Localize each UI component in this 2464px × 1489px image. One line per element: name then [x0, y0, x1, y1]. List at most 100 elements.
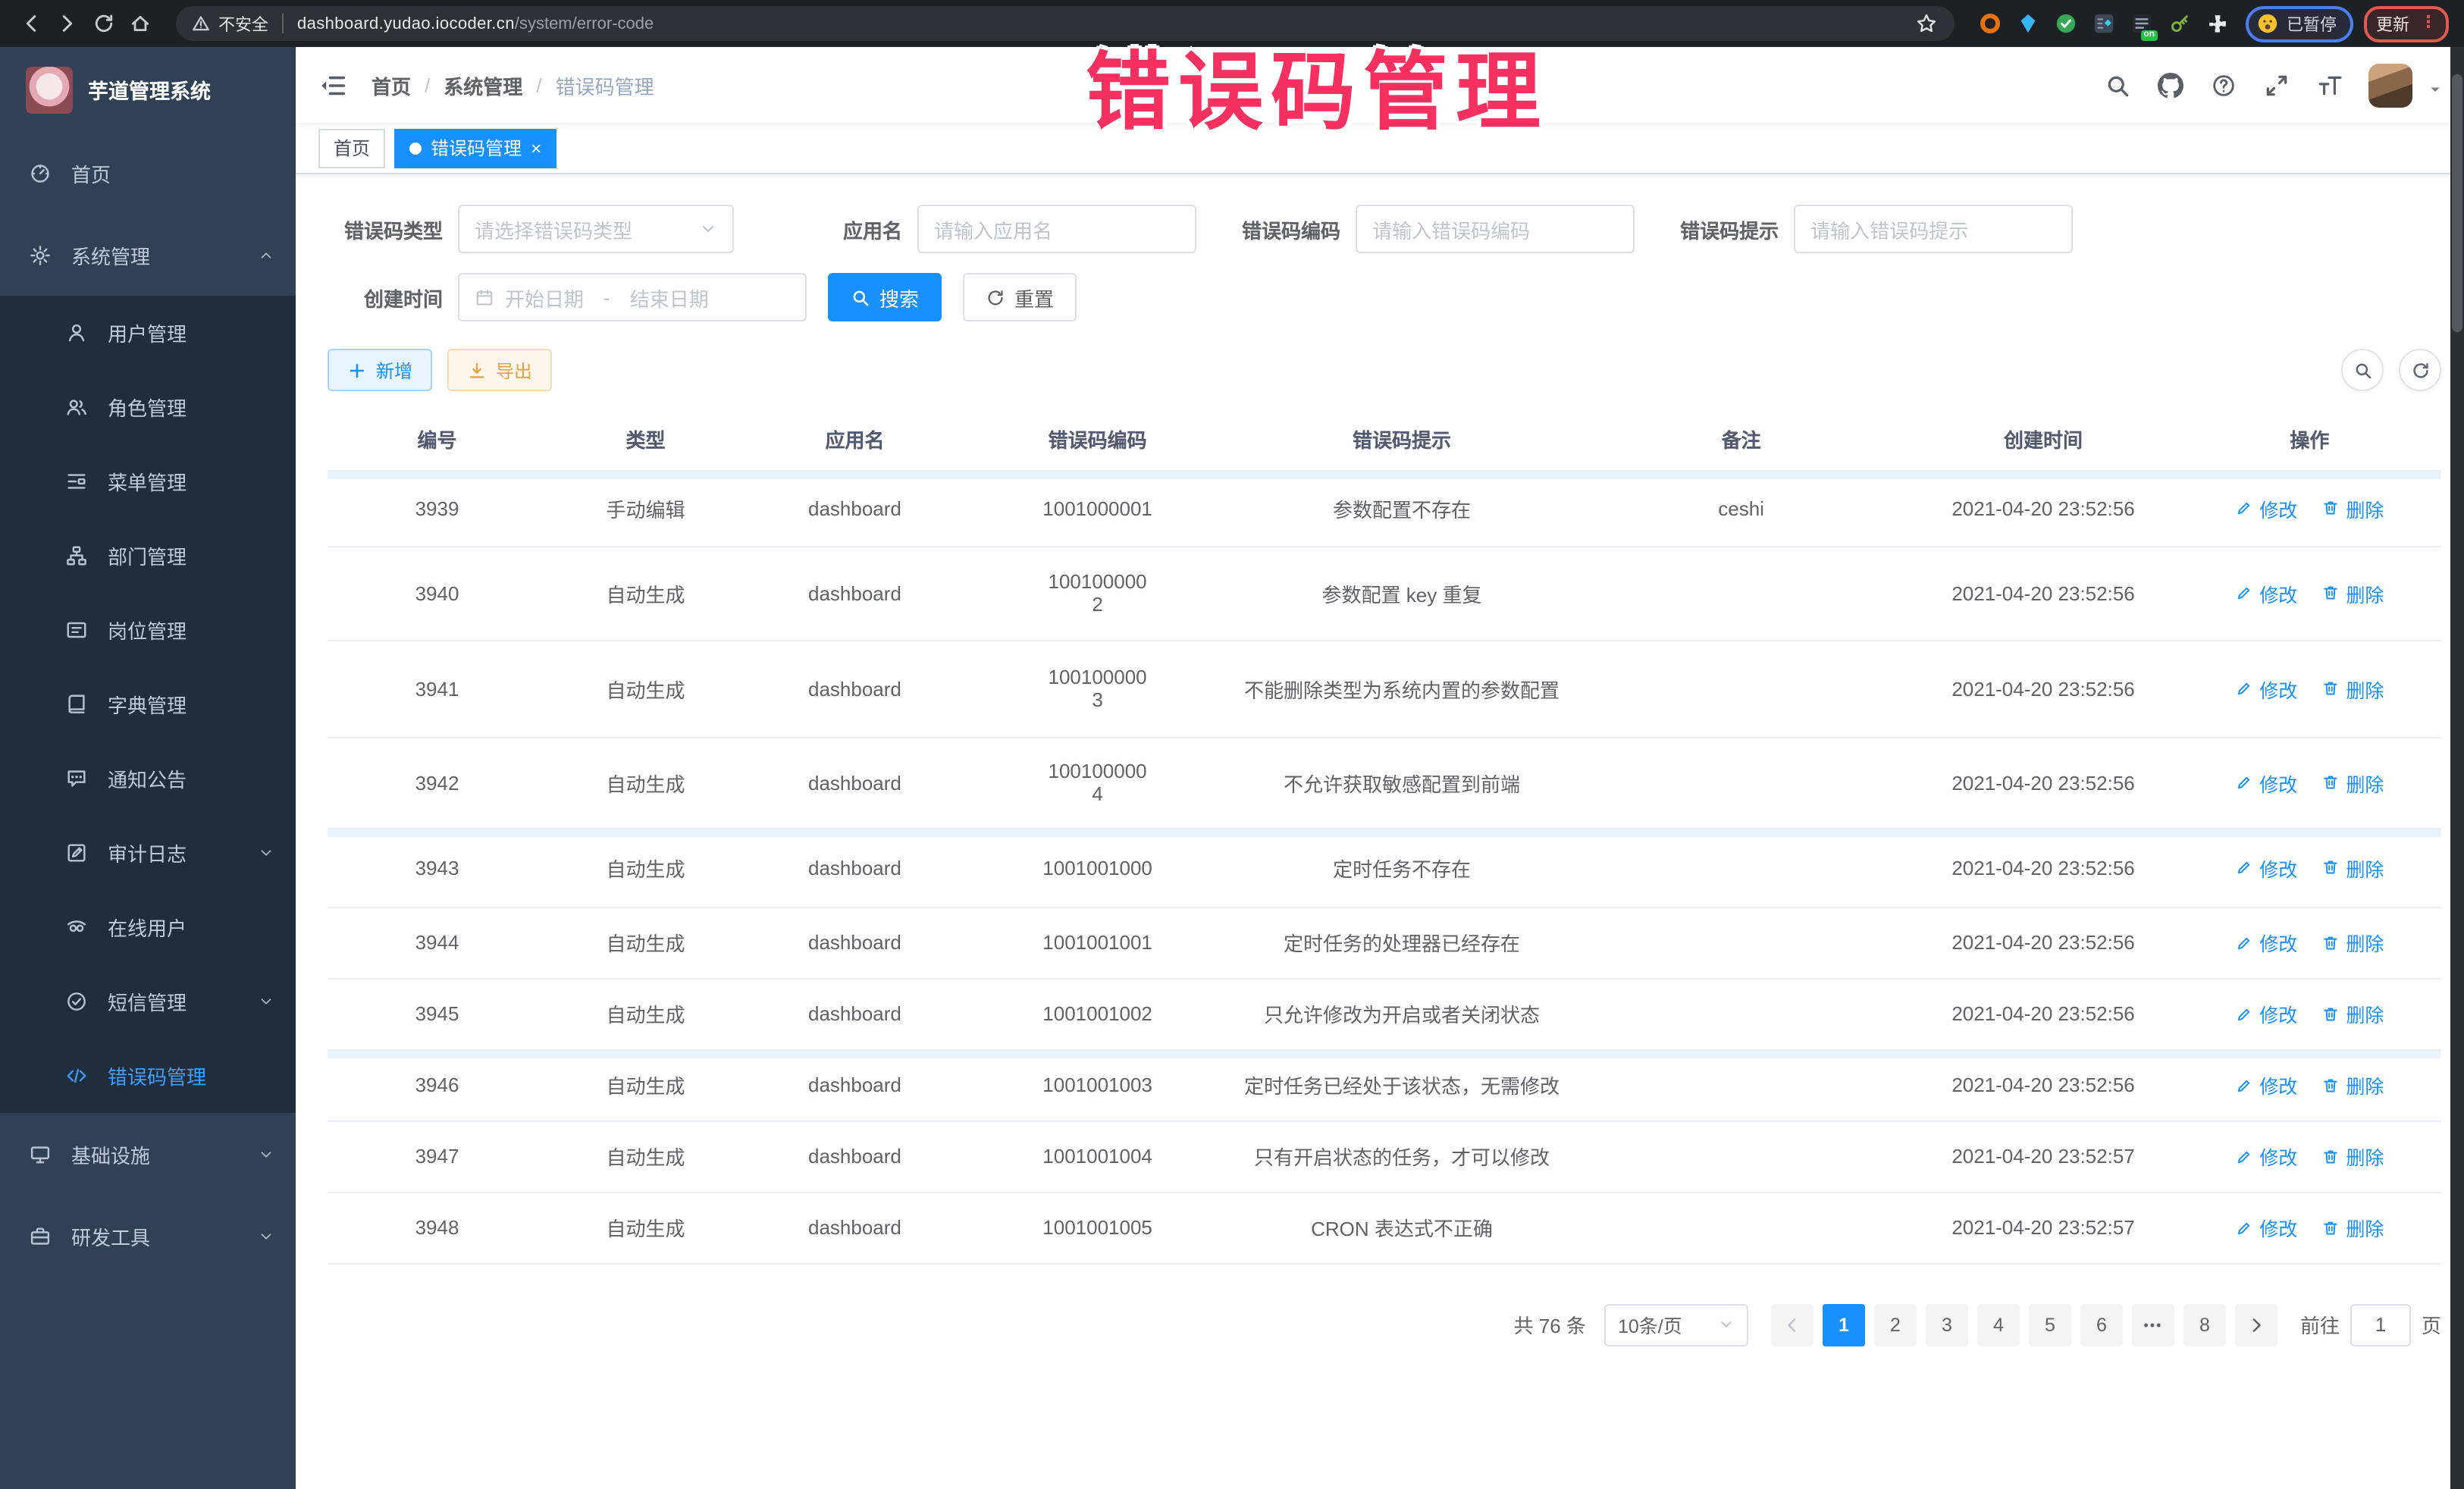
cell-id: 3941 — [328, 640, 547, 737]
edit-link[interactable]: 修改 — [2235, 1071, 2297, 1099]
error-type-select[interactable]: 请选择错误码类型 — [458, 205, 734, 253]
close-tab-icon[interactable]: × — [531, 139, 541, 157]
toggle-search-button[interactable] — [2341, 349, 2384, 391]
page-button-1[interactable]: 1 — [1823, 1303, 1865, 1346]
delete-link[interactable]: 删除 — [2321, 1071, 2384, 1099]
hamburger-icon[interactable] — [318, 71, 347, 99]
prev-page-button[interactable] — [1771, 1303, 1814, 1346]
date-range-picker[interactable]: 开始日期 - 结束日期 — [458, 273, 807, 321]
tab-0[interactable]: 首页 — [318, 128, 385, 168]
sidebar-item-11[interactable]: 短信管理 — [0, 964, 296, 1039]
reset-button[interactable]: 重置 — [963, 273, 1077, 321]
add-button[interactable]: 新增 — [328, 349, 432, 391]
bookmark-star-icon[interactable] — [1914, 11, 1939, 36]
sidebar-item-6[interactable]: 岗位管理 — [0, 593, 296, 667]
search-icon[interactable] — [2103, 71, 2130, 99]
back-icon[interactable] — [18, 11, 44, 36]
sidebar-item-2[interactable]: 用户管理 — [0, 296, 296, 370]
breadcrumb: 首页 / 系统管理 / 错误码管理 — [371, 71, 654, 99]
refresh-table-button[interactable] — [2399, 349, 2441, 391]
edit-link[interactable]: 修改 — [2235, 853, 2297, 882]
fullscreen-icon[interactable] — [2262, 71, 2290, 99]
extension-orange-icon[interactable] — [1977, 11, 2002, 36]
edit-link[interactable]: 修改 — [2235, 928, 2297, 957]
edit-link[interactable]: 修改 — [2235, 578, 2297, 607]
sidebar-item-14[interactable]: 研发工具 — [0, 1195, 296, 1277]
help-icon[interactable] — [2209, 71, 2237, 99]
search-button[interactable]: 搜索 — [828, 273, 942, 321]
window-scrollbar[interactable] — [2450, 47, 2464, 1489]
delete-link[interactable]: 删除 — [2321, 578, 2384, 607]
delete-link[interactable]: 删除 — [2321, 1213, 2384, 1242]
breadcrumb-system[interactable]: 系统管理 — [444, 71, 522, 99]
home-icon[interactable] — [127, 11, 153, 36]
sidebar-item-9[interactable]: 审计日志 — [0, 816, 296, 890]
page-button-5[interactable]: 5 — [2029, 1303, 2071, 1346]
extensions-puzzle-icon[interactable] — [2205, 11, 2229, 36]
delete-link[interactable]: 删除 — [2321, 999, 2384, 1028]
extension-lines-on-icon[interactable]: on — [2129, 11, 2153, 36]
browser-update-button[interactable]: 更新 ⋮ — [2364, 5, 2449, 42]
edit-link[interactable]: 修改 — [2235, 1142, 2297, 1171]
delete-link[interactable]: 删除 — [2321, 853, 2384, 882]
avatar-caret-down-icon[interactable] — [2428, 77, 2443, 92]
app-name-input[interactable]: 请输入应用名 — [917, 205, 1196, 253]
extension-check-icon[interactable] — [2053, 11, 2077, 36]
scrollbar-thumb[interactable] — [2452, 74, 2462, 332]
page-button-4[interactable]: 4 — [1977, 1303, 2020, 1346]
sidebar-item-0[interactable]: 首页 — [0, 132, 296, 214]
browser-menu-icon[interactable]: ⋮ — [2420, 17, 2437, 30]
edit-link[interactable]: 修改 — [2235, 1213, 2297, 1242]
next-page-button[interactable] — [2235, 1303, 2277, 1346]
edit-link[interactable]: 修改 — [2235, 768, 2297, 797]
cell-remark — [1574, 907, 1909, 978]
error-code-input[interactable]: 请输入错误码编码 — [1356, 205, 1635, 253]
tab-1[interactable]: 错误码管理× — [394, 128, 556, 168]
delete-link[interactable]: 删除 — [2321, 928, 2384, 957]
sidebar-item-3[interactable]: 角色管理 — [0, 370, 296, 444]
address-bar[interactable]: 不安全 dashboard.yudao.iocoder.cn/system/er… — [176, 6, 1955, 41]
chevron-down-icon — [258, 1146, 274, 1162]
delete-link[interactable]: 删除 — [2321, 768, 2384, 797]
reload-icon[interactable] — [91, 11, 117, 36]
github-icon[interactable] — [2156, 71, 2183, 99]
sidebar-item-8[interactable]: 通知公告 — [0, 741, 296, 816]
edit-link[interactable]: 修改 — [2235, 674, 2297, 703]
edit-link[interactable]: 修改 — [2235, 494, 2297, 522]
page-button-8[interactable]: 8 — [2183, 1303, 2226, 1346]
page-button-2[interactable]: 2 — [1874, 1303, 1917, 1346]
table-row: 3947自动生成dashboard1001001004只有开启状态的任务，才可以… — [328, 1121, 2441, 1192]
extension-gem-icon[interactable] — [2015, 11, 2039, 36]
delete-link[interactable]: 删除 — [2321, 674, 2384, 703]
font-size-icon[interactable] — [2315, 71, 2343, 99]
sidebar-item-7[interactable]: 字典管理 — [0, 667, 296, 741]
profile-paused-badge[interactable]: 已暂停 — [2246, 5, 2353, 42]
sidebar-item-13[interactable]: 基础设施 — [0, 1113, 296, 1195]
breadcrumb-home[interactable]: 首页 — [371, 71, 411, 99]
sidebar-item-5[interactable]: 部门管理 — [0, 519, 296, 593]
page-ellipsis[interactable]: ••• — [2132, 1303, 2174, 1346]
sidebar-item-1[interactable]: 系统管理 — [0, 214, 296, 296]
export-button[interactable]: 导出 — [447, 349, 552, 391]
delete-link[interactable]: 删除 — [2321, 494, 2384, 522]
goto-page-input[interactable] — [2350, 1303, 2411, 1346]
sidebar-item-12[interactable]: 错误码管理 — [0, 1039, 296, 1113]
error-message-input[interactable]: 请输入错误码提示 — [1794, 205, 2073, 253]
page-size-select[interactable]: 10条/页 — [1604, 1303, 1748, 1346]
app-logo[interactable]: 芋道管理系统 — [0, 47, 296, 132]
user-avatar[interactable] — [2368, 63, 2412, 107]
sidebar-item-10[interactable]: 在线用户 — [0, 890, 296, 964]
forward-icon[interactable] — [55, 11, 80, 36]
delete-link[interactable]: 删除 — [2321, 1142, 2384, 1171]
sidebar-item-4[interactable]: 菜单管理 — [0, 444, 296, 519]
cell-id: 3942 — [328, 737, 547, 828]
edit-link[interactable]: 修改 — [2235, 999, 2297, 1028]
table-toolbar: 新增 导出 — [328, 349, 2441, 391]
cell-actions: 修改删除 — [2178, 737, 2441, 828]
page-button-6[interactable]: 6 — [2080, 1303, 2123, 1346]
page-button-3[interactable]: 3 — [1926, 1303, 1968, 1346]
extension-grid-icon[interactable] — [2091, 11, 2115, 36]
cell-error-message: 定时任务已经处于该状态，无需修改 — [1230, 1049, 1574, 1121]
extension-key-icon[interactable] — [2167, 11, 2191, 36]
column-header: 操作 — [2178, 409, 2441, 470]
